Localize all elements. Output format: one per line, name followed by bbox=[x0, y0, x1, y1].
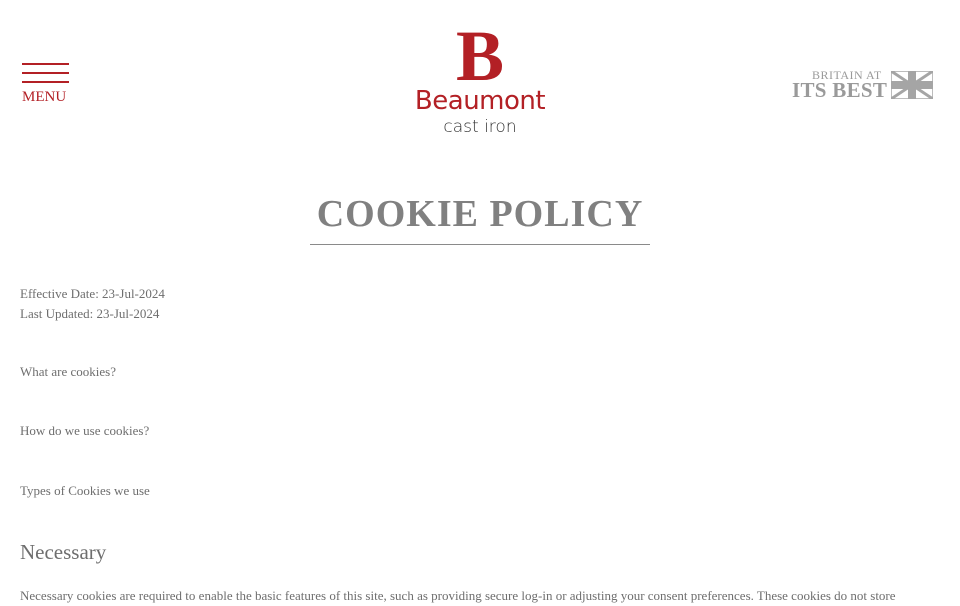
question-types-of-cookies: Types of Cookies we use bbox=[20, 483, 150, 498]
logo-subtitle: cast iron bbox=[443, 117, 517, 137]
badge-line2: ITS BEST bbox=[792, 78, 888, 102]
last-updated: Last Updated: 23-Jul-2024 bbox=[20, 306, 160, 321]
title-divider bbox=[310, 244, 650, 245]
hamburger-icon bbox=[22, 62, 69, 84]
page-title: COOKIE POLICY bbox=[316, 193, 644, 235]
beaumont-logo[interactable]: B Beaumont cast iron bbox=[405, 24, 555, 142]
svg-text:B: B bbox=[456, 24, 504, 86]
logo-monogram-icon: B bbox=[456, 24, 504, 86]
question-what-are-cookies: What are cookies? bbox=[20, 364, 117, 379]
logo-name: Beaumont bbox=[414, 86, 546, 116]
menu-button[interactable]: MENU bbox=[22, 62, 70, 105]
union-jack-icon bbox=[891, 71, 933, 99]
menu-label: MENU bbox=[22, 89, 67, 105]
question-how-we-use-cookies: How do we use cookies? bbox=[20, 423, 150, 438]
section-heading-necessary: Necessary bbox=[20, 540, 107, 564]
effective-date: Effective Date: 23-Jul-2024 bbox=[20, 286, 165, 301]
policy-dates: Effective Date: 23-Jul-2024 Last Updated… bbox=[20, 284, 165, 324]
section-text-necessary: Necessary cookies are required to enable… bbox=[20, 588, 896, 603]
britain-at-its-best-badge: BRITAIN AT ITS BEST bbox=[790, 68, 936, 104]
